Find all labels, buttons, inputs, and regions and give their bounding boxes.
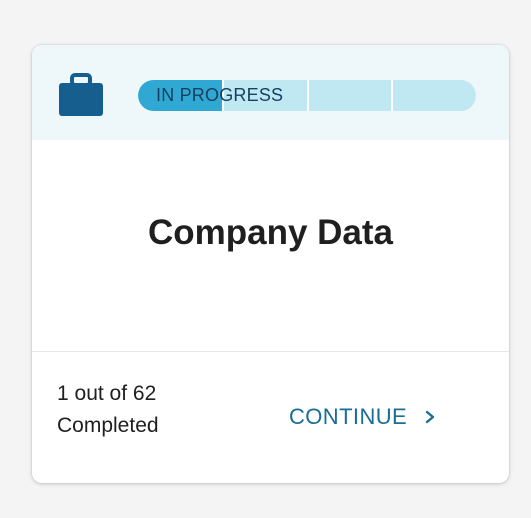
continue-button[interactable]: CONTINUE — [289, 402, 437, 432]
progress-segment-divider — [307, 80, 309, 111]
card-title: Company Data — [147, 213, 394, 252]
continue-label: CONTINUE — [289, 404, 408, 429]
briefcase-icon — [59, 73, 103, 116]
chevron-right-icon — [425, 410, 435, 424]
card-header: IN PROGRESS — [32, 45, 509, 140]
task-card[interactable]: IN PROGRESS Company Data 1 out of 62 Com… — [32, 45, 509, 483]
progress-bar: IN PROGRESS — [138, 80, 476, 111]
card-divider — [32, 351, 509, 352]
completion-label: Completed — [57, 414, 159, 437]
progress-segment-divider — [391, 80, 393, 111]
completion-status: 1 out of 62 Completed — [57, 378, 159, 442]
completion-count: 1 out of 62 — [57, 382, 157, 405]
status-label: IN PROGRESS — [156, 85, 284, 105]
